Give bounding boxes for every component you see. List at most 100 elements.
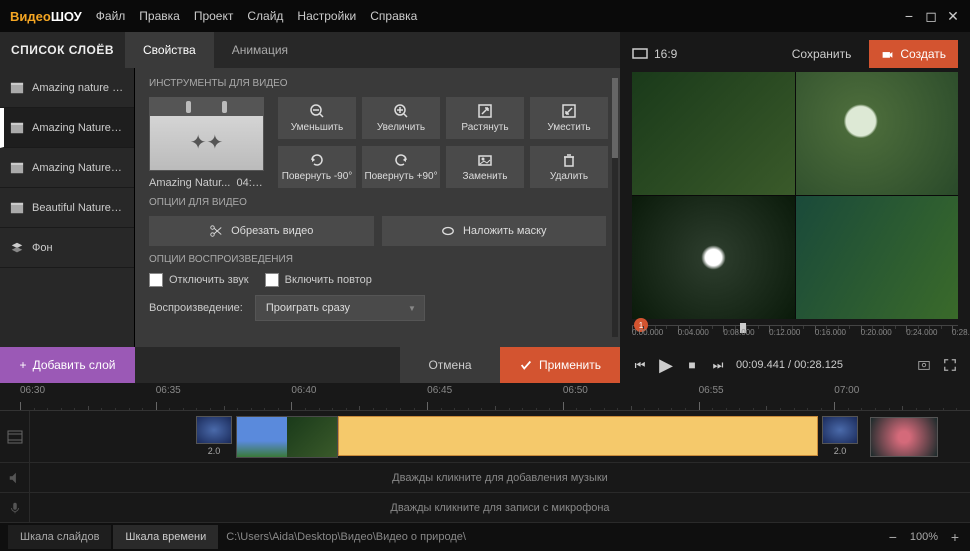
menu-help[interactable]: Справка xyxy=(370,9,417,23)
preview-tile xyxy=(632,196,795,319)
zoom-out-timeline[interactable]: − xyxy=(886,529,900,545)
clapper-icon xyxy=(10,121,24,135)
layers-body: Amazing nature ¯ S... Amazing Nature F..… xyxy=(0,68,620,347)
menu-project[interactable]: Проект xyxy=(194,9,234,23)
rotate-ccw-button[interactable]: Повернуть -90° xyxy=(278,146,356,188)
preview-tile xyxy=(632,72,795,195)
close-button[interactable]: ✕ xyxy=(946,9,960,23)
maximize-button[interactable]: ◻ xyxy=(924,9,938,23)
apply-mask-button[interactable]: Наложить маску xyxy=(382,216,607,246)
playback-select-row: Воспроизведение: Проиграть сразу xyxy=(149,295,606,321)
replace-icon xyxy=(477,152,493,168)
layer-item-2[interactable]: Amazing Nature F... xyxy=(0,148,134,188)
stretch-button[interactable]: Растянуть xyxy=(446,97,524,139)
prev-frame-button[interactable]: ⏮ xyxy=(632,357,648,373)
layer-name: Фон xyxy=(32,242,53,254)
create-button[interactable]: Создать xyxy=(869,40,958,68)
tab-slides-scale[interactable]: Шкала слайдов xyxy=(8,525,111,549)
minimize-button[interactable]: − xyxy=(902,9,916,23)
tab-animation[interactable]: Анимация xyxy=(214,32,306,68)
layer-item-1[interactable]: Amazing Nature F... xyxy=(0,108,134,148)
camera-icon xyxy=(881,48,894,61)
tab-time-scale[interactable]: Шкала времени xyxy=(113,525,218,549)
window-controls: − ◻ ✕ xyxy=(902,9,960,23)
timeline: 06:3006:3506:4006:4506:5006:5507:0007:05… xyxy=(0,383,970,523)
main-content: СПИСОК СЛОЁВ Свойства Анимация Amazing n… xyxy=(0,32,970,383)
speaker-icon xyxy=(0,463,30,492)
aspect-ratio-label[interactable]: 16:9 xyxy=(632,47,677,61)
layer-item-background[interactable]: Фон xyxy=(0,228,134,268)
section-video-opts-label: ОПЦИИ ДЛЯ ВИДЕО xyxy=(149,197,606,208)
menu-settings[interactable]: Настройки xyxy=(297,9,356,23)
checkbox-row: Отключить звук Включить повтор xyxy=(149,273,606,287)
zoom-value: 100% xyxy=(910,531,938,543)
layer-name: Beautiful Nature S... xyxy=(32,202,124,214)
layer-name: Amazing Nature F... xyxy=(32,122,124,134)
video-track-content[interactable]: 2.0 2.0 xyxy=(30,411,970,462)
end-clip[interactable] xyxy=(870,417,938,457)
apply-button[interactable]: Применить xyxy=(500,347,620,383)
check-icon xyxy=(519,358,533,372)
clip-thumbnail: ✦✦ xyxy=(149,97,264,171)
layer-item-3[interactable]: Beautiful Nature S... xyxy=(0,188,134,228)
panel-scrollbar[interactable] xyxy=(612,78,618,337)
clapper-icon xyxy=(10,201,24,215)
tool-grid: Уменьшить Увеличить Растянуть Уместить П… xyxy=(278,97,608,189)
trim-video-button[interactable]: Обрезать видео xyxy=(149,216,374,246)
video-opts-row: Обрезать видео Наложить маску xyxy=(149,216,606,246)
mask-icon xyxy=(441,224,455,238)
zoom-in-timeline[interactable]: + xyxy=(948,529,962,545)
layer-list: Amazing nature ¯ S... Amazing Nature F..… xyxy=(0,68,135,347)
zoom-out-button[interactable]: Уменьшить xyxy=(278,97,356,139)
mic-track: Дважды кликните для записи с микрофона xyxy=(0,493,970,523)
play-button[interactable]: ▶ xyxy=(658,357,674,373)
playback-select[interactable]: Проиграть сразу xyxy=(255,295,425,321)
preview-viewport[interactable] xyxy=(632,72,958,319)
menubar: ВидеоШОУ Файл Правка Проект Слайд Настро… xyxy=(0,0,970,32)
fullscreen-button[interactable] xyxy=(942,357,958,373)
clapper-icon xyxy=(10,81,24,95)
tab-properties[interactable]: Свойства xyxy=(125,32,214,68)
transition-clip-2[interactable]: 2.0 xyxy=(822,416,858,458)
fit-button[interactable]: Уместить xyxy=(530,97,608,139)
scissors-icon xyxy=(209,224,223,238)
app-logo: ВидеоШОУ xyxy=(10,9,82,24)
mute-checkbox[interactable]: Отключить звук xyxy=(149,273,249,287)
delete-button[interactable]: Удалить xyxy=(530,146,608,188)
cancel-button[interactable]: Отмена xyxy=(400,347,500,383)
timeline-ruler[interactable]: 06:3006:3506:4006:4506:5006:5507:0007:05 xyxy=(0,383,970,411)
mic-icon xyxy=(0,493,30,522)
clip-thumbnail-column: ✦✦ Amazing Natur... 04:56.167 xyxy=(149,97,264,189)
rotate-ccw-icon xyxy=(309,152,325,168)
replace-button[interactable]: Заменить xyxy=(446,146,524,188)
menu-file[interactable]: Файл xyxy=(96,9,126,23)
preview-ruler[interactable]: 1 0:00.0000:04.0000:08.0000:12.0000:16.0… xyxy=(632,325,958,347)
main-clip[interactable] xyxy=(236,416,818,458)
section-playback-opts-label: ОПЦИИ ВОСПРОИЗВЕДЕНИЯ xyxy=(149,254,606,265)
menu-edit[interactable]: Правка xyxy=(139,9,180,23)
preview-header: 16:9 Сохранить Создать xyxy=(632,42,958,66)
monitor-icon xyxy=(632,48,648,60)
add-layer-button[interactable]: +Добавить слой xyxy=(0,347,135,383)
zoom-in-button[interactable]: Увеличить xyxy=(362,97,440,139)
left-column: СПИСОК СЛОЁВ Свойства Анимация Amazing n… xyxy=(0,32,620,383)
loop-checkbox[interactable]: Включить повтор xyxy=(265,273,372,287)
mic-track-content[interactable]: Дважды кликните для записи с микрофона xyxy=(30,493,970,522)
stop-button[interactable]: ■ xyxy=(684,357,700,373)
transition-clip-1[interactable]: 2.0 xyxy=(196,416,232,458)
playback-controls: ⏮ ▶ ■ ⏭ 00:09.441 / 00:28.125 xyxy=(632,353,958,377)
music-track-content[interactable]: Дважды кликните для добавления музыки xyxy=(30,463,970,492)
next-frame-button[interactable]: ⏭ xyxy=(710,357,726,373)
menu-slide[interactable]: Слайд xyxy=(247,9,283,23)
preview-tile xyxy=(796,196,959,319)
layers-icon xyxy=(10,241,24,255)
rotate-cw-button[interactable]: Повернуть +90° xyxy=(362,146,440,188)
save-button[interactable]: Сохранить xyxy=(782,47,862,61)
snapshot-button[interactable] xyxy=(916,357,932,373)
layer-item-0[interactable]: Amazing nature ¯ S... xyxy=(0,68,134,108)
playback-label: Воспроизведение: xyxy=(149,302,243,314)
zoom-controls: − 100% + xyxy=(886,529,962,545)
clip-caption: Amazing Natur... 04:56.167 xyxy=(149,177,264,189)
trash-icon xyxy=(561,152,577,168)
clapper-icon xyxy=(10,161,24,175)
